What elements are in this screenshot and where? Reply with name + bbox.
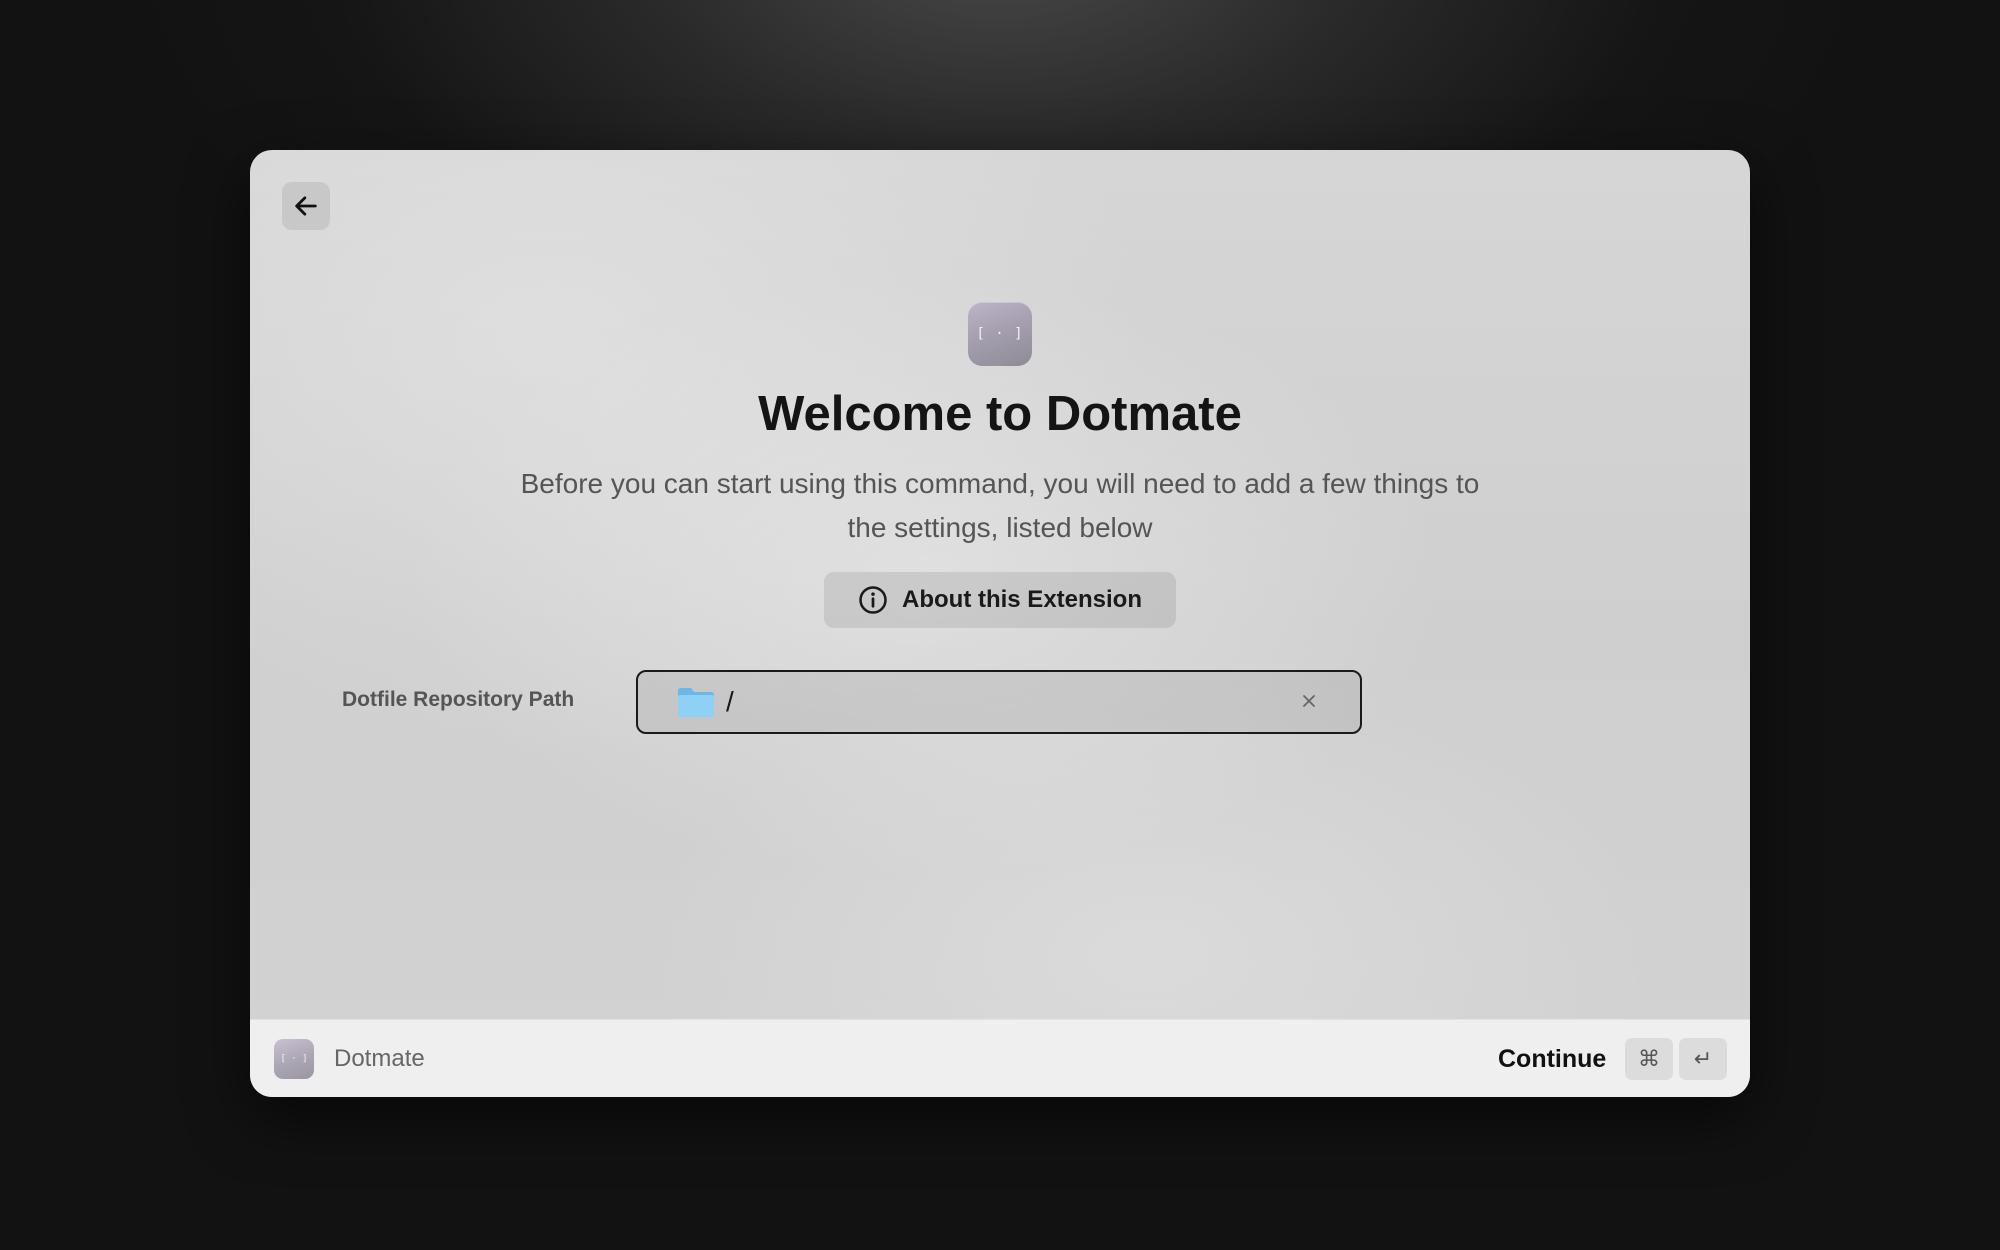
dotfile-path-value: / (726, 686, 734, 717)
about-extension-label: About this Extension (902, 586, 1142, 613)
footer-app-name: Dotmate (334, 1045, 425, 1072)
app-icon: [ · ] (968, 302, 1032, 366)
command-key-icon: ⌘ (1625, 1038, 1673, 1080)
continue-button[interactable]: Continue (1498, 1044, 1606, 1074)
enter-key-icon: ↵ (1679, 1038, 1727, 1080)
back-button[interactable] (282, 182, 330, 230)
footer-app-icon: [ · ] (274, 1039, 314, 1079)
folder-icon (678, 688, 714, 717)
page-subtitle: Before you can start using this command,… (520, 468, 1480, 543)
dotfile-path-input[interactable]: / (636, 670, 1362, 734)
arrow-left-icon (295, 196, 317, 216)
page-title: Welcome to Dotmate (758, 387, 1242, 441)
clear-path-button[interactable] (1298, 690, 1320, 712)
info-circle-icon (859, 586, 887, 614)
about-extension-button[interactable]: About this Extension (824, 572, 1176, 628)
action-bar: [ · ] Dotmate Continue ⌘ ↵ (250, 1019, 1750, 1097)
dotfile-path-label: Dotfile Repository Path (342, 688, 575, 711)
close-icon (1303, 695, 1315, 707)
extension-window: [ · ] Welcome to Dotmate Before you can … (250, 150, 1750, 1097)
